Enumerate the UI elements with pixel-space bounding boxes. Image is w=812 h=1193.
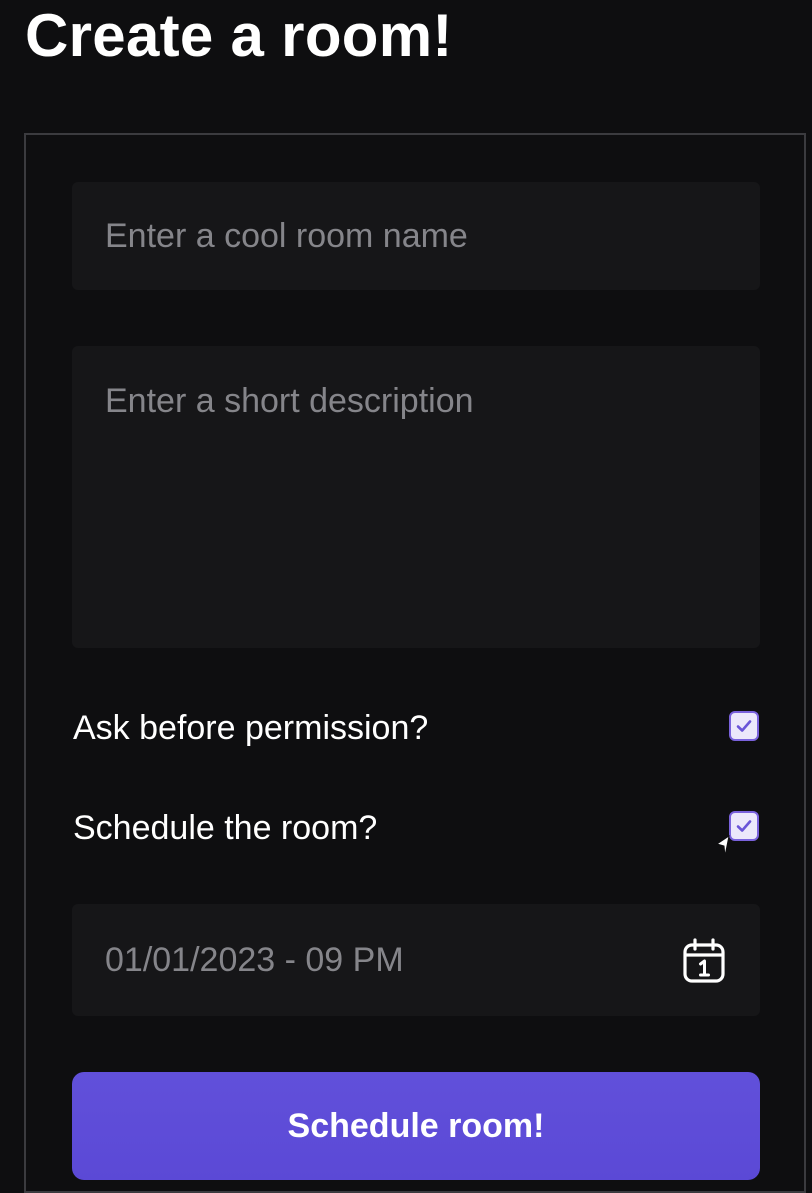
schedule-datetime-value: 01/01/2023 - 09 PM bbox=[105, 941, 404, 979]
check-icon bbox=[736, 720, 752, 732]
ask-permission-checkbox[interactable] bbox=[729, 711, 759, 741]
schedule-room-label: Schedule the room? bbox=[73, 809, 378, 847]
calendar-icon[interactable] bbox=[682, 938, 726, 984]
room-name-field[interactable] bbox=[72, 182, 760, 290]
schedule-datetime-field[interactable]: 01/01/2023 - 09 PM bbox=[72, 904, 760, 1016]
description-field[interactable] bbox=[72, 346, 760, 648]
mouse-cursor-icon bbox=[716, 834, 730, 857]
schedule-room-button[interactable]: Schedule room! bbox=[72, 1072, 760, 1180]
description-input[interactable] bbox=[72, 346, 760, 648]
ask-permission-label: Ask before permission? bbox=[73, 709, 429, 747]
page-title: Create a room! bbox=[25, 2, 453, 69]
create-room-form bbox=[24, 133, 806, 1193]
room-name-input[interactable] bbox=[72, 182, 760, 290]
